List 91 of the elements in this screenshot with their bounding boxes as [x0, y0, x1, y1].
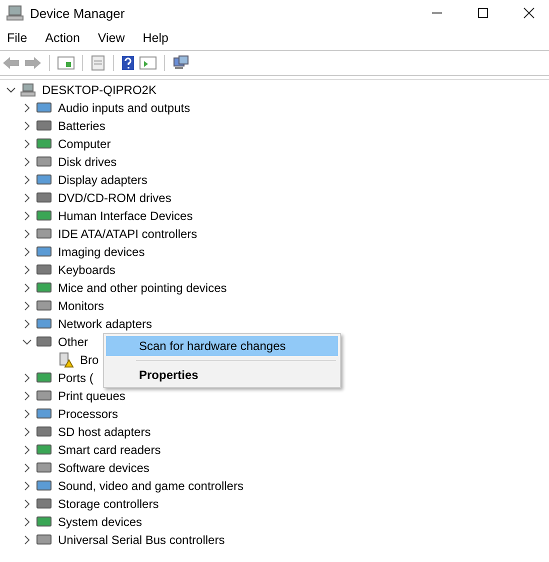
- device-icon: [36, 533, 52, 547]
- chevron-icon[interactable]: [22, 481, 32, 491]
- chevron-icon[interactable]: [22, 247, 32, 257]
- device-icon: [36, 515, 52, 529]
- device-icon: [36, 263, 52, 277]
- chevron-icon[interactable]: [22, 301, 32, 311]
- tree-item[interactable]: Keyboards: [58, 263, 116, 277]
- menu-item[interactable]: Scan for hardware changes: [106, 336, 338, 356]
- tree-item[interactable]: Smart card readers: [58, 443, 161, 457]
- menu-item[interactable]: File: [7, 31, 28, 45]
- tree-item[interactable]: Bro: [80, 353, 99, 367]
- tree-item[interactable]: Print queues: [58, 389, 126, 403]
- tree-item[interactable]: Storage controllers: [58, 497, 159, 511]
- chevron-icon[interactable]: [22, 229, 32, 239]
- tree-item[interactable]: System devices: [58, 515, 142, 529]
- chevron-icon[interactable]: [22, 193, 32, 203]
- chevron-icon[interactable]: [22, 175, 32, 185]
- device-icon: [36, 101, 52, 115]
- tree-item[interactable]: Processors: [58, 407, 118, 421]
- device-icon: [36, 245, 52, 259]
- device-icon: [36, 425, 52, 439]
- menu-item[interactable]: Properties: [106, 365, 338, 385]
- chevron-icon[interactable]: [22, 373, 32, 383]
- tree-item[interactable]: Audio inputs and outputs: [58, 101, 190, 115]
- device-icon: [36, 317, 52, 331]
- tree-item[interactable]: Batteries: [58, 119, 106, 133]
- chevron-icon[interactable]: [22, 499, 32, 509]
- chevron-icon[interactable]: [22, 157, 32, 167]
- device-icon: [36, 209, 52, 223]
- chevron-icon[interactable]: [22, 121, 32, 131]
- monitor-scan-icon[interactable]: [172, 55, 190, 71]
- tree-item[interactable]: DVD/CD-ROM drives: [58, 191, 172, 205]
- tree-item[interactable]: Disk drives: [58, 155, 117, 169]
- window-title: Device Manager: [30, 6, 125, 20]
- chevron-icon[interactable]: [22, 103, 32, 113]
- device-icon: [36, 497, 52, 511]
- maximize-icon[interactable]: [477, 7, 489, 19]
- tree-item[interactable]: Ports (: [58, 371, 94, 385]
- chevron-icon[interactable]: [22, 445, 32, 455]
- menu-item[interactable]: Help: [142, 31, 168, 45]
- chevron-icon[interactable]: [22, 265, 32, 275]
- tree-item[interactable]: Software devices: [58, 461, 150, 475]
- tree-item[interactable]: Human Interface Devices: [58, 209, 193, 223]
- chevron-icon[interactable]: [22, 211, 32, 221]
- chevron-icon[interactable]: [22, 319, 32, 329]
- device-icon: [36, 227, 52, 241]
- device-icon: [36, 155, 52, 169]
- device-icon: [36, 335, 52, 349]
- chevron-icon[interactable]: [6, 85, 16, 95]
- close-icon[interactable]: [523, 7, 535, 19]
- chevron-icon[interactable]: [22, 517, 32, 527]
- tree-item[interactable]: DESKTOP-QIPRO2K: [42, 83, 156, 97]
- warning-device-icon: [58, 352, 74, 368]
- chevron-icon[interactable]: [22, 337, 32, 347]
- tree-item[interactable]: Display adapters: [58, 173, 148, 187]
- tree-item[interactable]: IDE ATA/ATAPI controllers: [58, 227, 198, 241]
- computer-icon: [6, 5, 24, 21]
- tree-item[interactable]: Monitors: [58, 299, 104, 313]
- device-icon: [36, 119, 52, 133]
- tree-item[interactable]: Other: [58, 335, 88, 349]
- device-icon: [36, 461, 52, 475]
- window-play-icon[interactable]: [139, 55, 157, 71]
- chevron-icon[interactable]: [22, 409, 32, 419]
- device-icon: [36, 299, 52, 313]
- chevron-icon[interactable]: [22, 427, 32, 437]
- menu-item[interactable]: View: [98, 31, 125, 45]
- device-icon: [36, 479, 52, 493]
- device-icon: [36, 443, 52, 457]
- tree-item[interactable]: Computer: [58, 137, 111, 151]
- tree-item[interactable]: Mice and other pointing devices: [58, 281, 227, 295]
- device-icon: [36, 137, 52, 151]
- device-icon: [36, 407, 52, 421]
- computer-icon: [20, 83, 36, 97]
- tree-item[interactable]: Network adapters: [58, 317, 152, 331]
- chevron-icon[interactable]: [22, 463, 32, 473]
- menu-item[interactable]: Action: [45, 31, 80, 45]
- chevron-icon[interactable]: [22, 535, 32, 545]
- device-icon: [36, 371, 52, 385]
- tree-item[interactable]: Universal Serial Bus controllers: [58, 533, 225, 547]
- tree-item[interactable]: SD host adapters: [58, 425, 151, 439]
- tree-item[interactable]: Sound, video and game controllers: [58, 479, 244, 493]
- device-icon: [36, 389, 52, 403]
- tree-item[interactable]: Imaging devices: [58, 245, 145, 259]
- chevron-icon[interactable]: [22, 283, 32, 293]
- chevron-icon[interactable]: [22, 139, 32, 149]
- device-icon: [36, 281, 52, 295]
- document-icon[interactable]: [90, 55, 106, 71]
- help-icon[interactable]: [121, 55, 135, 71]
- device-icon: [36, 191, 52, 205]
- device-icon: [36, 173, 52, 187]
- chevron-icon[interactable]: [22, 391, 32, 401]
